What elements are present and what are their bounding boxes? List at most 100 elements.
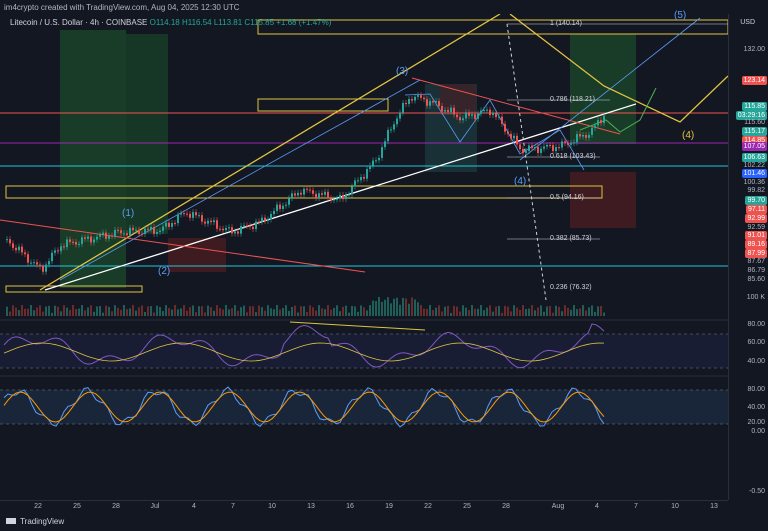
- volume-bar: [126, 309, 128, 316]
- volume-bar: [432, 310, 434, 316]
- candle-body: [474, 114, 476, 119]
- volume-bar: [534, 310, 536, 316]
- date-label: 4: [192, 503, 196, 510]
- volume-bar: [207, 305, 209, 316]
- candle-body: [420, 95, 422, 98]
- candle-body: [279, 204, 281, 209]
- candle-body: [465, 112, 467, 119]
- volume-bar: [66, 307, 68, 316]
- volume-bar: [444, 306, 446, 316]
- date-label: Aug: [551, 503, 565, 510]
- currency-label: USD: [740, 19, 755, 26]
- candle-body: [147, 228, 149, 230]
- candle-body: [333, 199, 335, 201]
- candle-body: [561, 141, 563, 148]
- volume-bar: [330, 309, 332, 316]
- volume-bar: [309, 305, 311, 316]
- candle-body: [186, 213, 188, 215]
- volume-bar: [51, 312, 53, 316]
- volume-bar: [420, 305, 422, 316]
- volume-bar: [75, 308, 77, 316]
- volume-bar: [273, 309, 275, 316]
- volume-bar: [72, 305, 74, 316]
- volume-bar: [573, 305, 575, 316]
- candle-body: [177, 214, 179, 224]
- candle-body: [255, 221, 257, 230]
- candle-body: [444, 110, 446, 112]
- candle-body: [558, 147, 560, 149]
- date-label: 7: [231, 503, 235, 510]
- candle-body: [501, 116, 503, 124]
- candle-body: [318, 193, 320, 199]
- footer-bar: TradingView: [0, 514, 768, 531]
- candle-body: [129, 227, 131, 236]
- candle-body: [36, 262, 38, 265]
- candle-body: [141, 233, 143, 235]
- time-axis[interactable]: 22 25 28 Jul 4 7 10 13 16 19 22 25 28 Aug 4 7 10 13: [0, 500, 728, 515]
- candle-body: [546, 144, 548, 147]
- candle-body: [483, 109, 485, 111]
- volume-bar: [195, 312, 197, 316]
- candle-body: [9, 239, 11, 244]
- candle-body: [456, 114, 458, 118]
- volume-bar: [519, 309, 521, 316]
- candle-body: [414, 96, 416, 101]
- volume-bar: [231, 308, 233, 316]
- candle-body: [165, 222, 167, 227]
- date-label: 13: [710, 503, 718, 510]
- volume-bar: [267, 305, 269, 316]
- volume-bar: [411, 297, 413, 316]
- volume-bar: [384, 299, 386, 316]
- candle-body: [366, 168, 368, 179]
- candle-body: [63, 246, 65, 248]
- volume-bar: [174, 305, 176, 316]
- candle-body: [87, 236, 89, 239]
- candle-body: [549, 144, 551, 146]
- candle-body: [555, 147, 557, 152]
- volume-bar: [42, 311, 44, 316]
- price-axis-label: 86.79: [747, 267, 765, 274]
- candle-body: [531, 145, 533, 149]
- candle-body: [543, 146, 545, 149]
- volume-bar: [546, 306, 548, 316]
- price-chart[interactable]: [0, 14, 728, 500]
- volume-bar: [18, 310, 20, 316]
- candle-body: [489, 109, 491, 116]
- volume-bar: [147, 306, 149, 316]
- volume-bar: [357, 311, 359, 316]
- price-axis-label: 80.00: [747, 321, 765, 328]
- volume-bar: [144, 311, 146, 316]
- candle-body: [447, 110, 449, 112]
- volume-bar: [204, 312, 206, 316]
- candle-body: [345, 195, 347, 200]
- candle-body: [126, 233, 128, 236]
- candle-body: [192, 212, 194, 218]
- volume-bar: [300, 306, 302, 316]
- candle-body: [93, 239, 95, 243]
- price-axis-label: 0.00: [751, 428, 765, 435]
- volume-bar: [366, 310, 368, 316]
- tradingview-logo[interactable]: TradingView: [6, 517, 64, 526]
- candle-body: [330, 198, 332, 201]
- candle-body: [459, 117, 461, 121]
- candle-body: [159, 230, 161, 232]
- price-axis[interactable]: USD 132.00 123.14 115.85 03:29:16 115.60 115.…: [728, 14, 768, 500]
- candle-body: [306, 188, 308, 190]
- volume-bar: [102, 312, 104, 316]
- volume-bar: [372, 300, 374, 316]
- volume-bar: [132, 305, 134, 316]
- candle-body: [552, 145, 554, 152]
- candle-body: [240, 226, 242, 234]
- candle-body: [381, 147, 383, 158]
- volume-bar: [54, 305, 56, 316]
- volume-bar: [600, 306, 602, 316]
- candle-body: [540, 148, 542, 153]
- candle-body: [567, 142, 569, 145]
- volume-bar: [513, 305, 515, 316]
- candle-body: [363, 177, 365, 179]
- volume-bar: [117, 307, 119, 316]
- volume-bar: [183, 305, 185, 316]
- fib-dashed-line: [506, 23, 547, 301]
- candle-body: [573, 142, 575, 144]
- candle-body: [51, 252, 53, 262]
